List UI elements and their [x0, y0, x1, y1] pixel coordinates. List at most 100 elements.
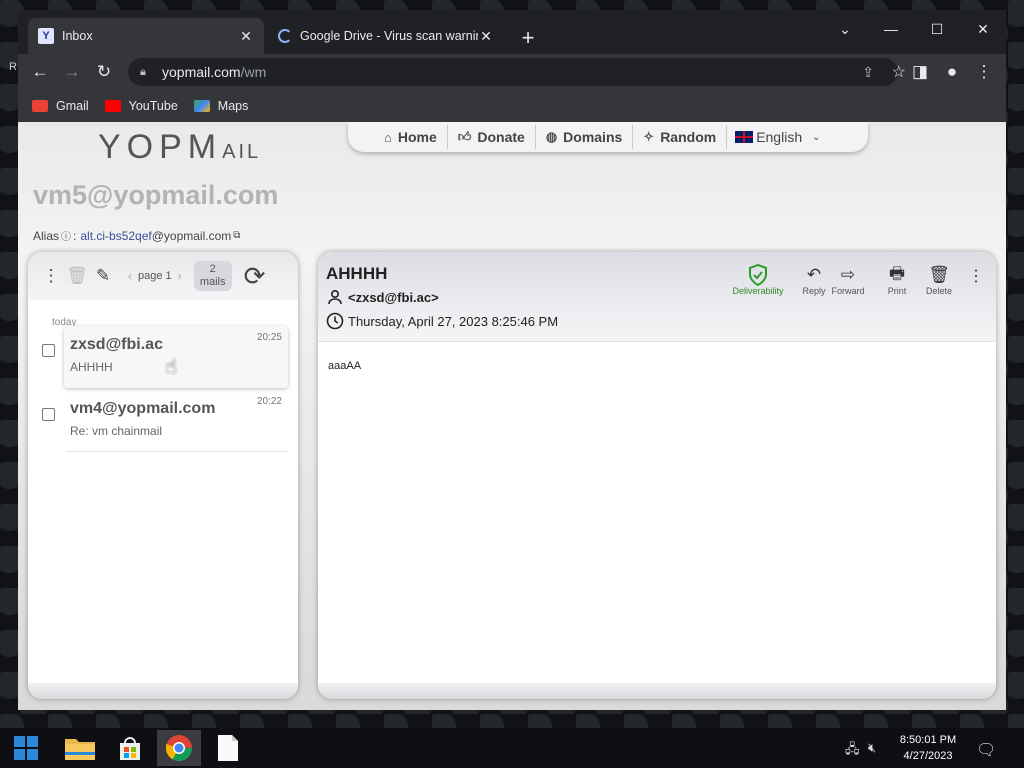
list-item[interactable]: vm4@yopmail.com Re: vm chainmail 20:22	[28, 390, 298, 452]
tab-inbox[interactable]: Y Inbox ✕	[28, 18, 264, 54]
message-date: Thursday, April 27, 2023 8:25:46 PM	[326, 312, 558, 330]
mail-list-toolbar: ⋮ 🗑︎ ✎ ‹ page 1 › 2 mails ⟳	[28, 252, 298, 300]
mail-subject: AHHHH	[70, 360, 113, 374]
store-icon[interactable]	[108, 730, 152, 766]
list-item[interactable]: zxsd@fbi.ac AHHHH 20:25	[28, 326, 298, 388]
chrome-icon[interactable]	[157, 730, 201, 766]
youtube-icon	[104, 100, 121, 112]
person-icon	[326, 288, 344, 306]
deliverability-button[interactable]: Deliverability	[728, 264, 788, 296]
network-icon[interactable]: 🖧︎	[845, 740, 860, 762]
message-panel: AHHHH <zxsd@fbi.ac> Thursday, April 27, …	[318, 252, 996, 699]
info-icon[interactable]: ⓘ	[61, 228, 71, 243]
panel-footer	[318, 683, 996, 699]
start-button[interactable]	[4, 730, 48, 766]
url-text: yopmail.com/wm	[162, 64, 267, 80]
close-icon[interactable]: ✕	[478, 28, 494, 45]
mail-sender: zxsd@fbi.ac	[70, 336, 163, 353]
tab-search-icon[interactable]: ⌄	[822, 14, 868, 44]
clock-icon	[326, 312, 344, 330]
address-bar[interactable]: 🔒︎ yopmail.com/wm ⇪ ☆	[128, 58, 906, 86]
bookmark-label: Maps	[217, 99, 249, 113]
mail-card[interactable]: vm4@yopmail.com Re: vm chainmail 20:22	[64, 390, 288, 452]
web-page: YOPMAIL ⌂ Home 👍︎ Donate ◍ Domains ✧ Random …	[18, 122, 1006, 710]
mail-checkbox[interactable]	[42, 344, 55, 357]
alias-line: Alias ⓘ: alt.ci-bs52qef @yopmail.com ⧉	[33, 228, 241, 244]
minimize-button[interactable]: —	[868, 14, 914, 44]
new-tab-button[interactable]: +	[518, 25, 538, 51]
profile-icon[interactable]: ●	[940, 60, 964, 84]
thumbs-up-icon: 👍︎	[457, 129, 472, 144]
bookmark-gmail[interactable]: Gmail	[32, 99, 89, 113]
side-panel-icon[interactable]: ◨	[908, 60, 932, 84]
reload-icon[interactable]: ↻	[92, 60, 116, 84]
language-select[interactable]: English ⌄	[727, 125, 828, 149]
bookmark-maps[interactable]: Maps	[193, 99, 249, 113]
uk-flag-icon	[735, 131, 754, 143]
browser-toolbar: ← → ↻ 🔒︎ yopmail.com/wm ⇪ ☆ ◨ ● ⋮	[18, 54, 1006, 90]
globe-icon: ◍	[545, 129, 558, 144]
mail-subject: Re: vm chainmail	[70, 424, 163, 438]
nav-donate[interactable]: 👍︎ Donate	[448, 125, 536, 149]
tab-google-drive[interactable]: Google Drive - Virus scan warnin ✕	[268, 18, 504, 54]
window-close-button[interactable]: ✕	[960, 14, 1006, 44]
alias-value[interactable]: alt.ci-bs52qef	[80, 229, 151, 243]
forward-button[interactable]: ⇨ Forward	[822, 264, 874, 296]
chevron-right-icon[interactable]: ›	[178, 269, 182, 283]
magic-wand-icon: ✧	[643, 129, 655, 144]
message-subject: AHHHH	[326, 264, 388, 283]
chevron-left-icon[interactable]: ‹	[128, 269, 132, 283]
clock-date: 4/27/2023	[903, 750, 953, 762]
tab-strip: Y Inbox ✕ Google Drive - Virus scan warn…	[18, 10, 1006, 54]
trash-icon[interactable]: 🗑︎	[64, 266, 90, 286]
loading-spinner-icon	[278, 29, 292, 43]
chevron-down-icon: ⌄	[812, 131, 821, 143]
nav-home[interactable]: ⌂ Home	[374, 125, 448, 149]
taskbar: 🖧︎ 🔇︎ 8:50:01 PM 4/27/2023 🗨︎	[0, 728, 1024, 768]
mail-time: 20:25	[256, 332, 282, 343]
compose-pencil-icon[interactable]: ✎	[90, 266, 116, 286]
document-icon[interactable]	[206, 730, 250, 766]
share-icon[interactable]: ⇪	[862, 64, 874, 81]
nav-random[interactable]: ✧ Random	[633, 125, 728, 149]
mail-checkbox[interactable]	[42, 408, 55, 421]
delete-button[interactable]: 🗑︎ Delete	[913, 264, 965, 296]
notifications-icon[interactable]: 🗨︎	[976, 740, 996, 760]
lock-icon: 🔒︎	[140, 65, 146, 78]
desktop-text: R	[9, 61, 17, 73]
gmail-icon	[32, 100, 48, 112]
copy-icon[interactable]: ⧉	[233, 230, 240, 241]
more-options-icon[interactable]: ⋮	[968, 266, 984, 286]
forward-icon[interactable]: →	[60, 60, 84, 84]
message-sender: <zxsd@fbi.ac>	[326, 288, 439, 306]
menu-icon[interactable]: ⋮	[972, 60, 996, 84]
message-body: aaaAA	[328, 360, 362, 372]
mail-time: 20:22	[256, 396, 282, 407]
forward-icon: ⇨	[840, 265, 856, 284]
refresh-icon[interactable]: ⟳	[244, 261, 266, 292]
bookmark-youtube[interactable]: YouTube	[104, 99, 178, 113]
back-icon[interactable]: ←	[28, 60, 52, 84]
bookmark-label: YouTube	[128, 99, 178, 113]
mail-list-panel: ⋮ 🗑︎ ✎ ‹ page 1 › 2 mails ⟳ today zxsd@fb…	[28, 252, 298, 699]
yopmail-logo[interactable]: YOPMAIL	[98, 128, 261, 167]
mouse-cursor-icon: ☝︎	[165, 356, 178, 378]
panel-footer	[28, 683, 298, 699]
mail-count-badge: 2 mails	[193, 261, 232, 291]
tab-title: Inbox	[62, 29, 93, 43]
yopmail-favicon-icon: Y	[38, 28, 54, 44]
maps-icon	[193, 100, 210, 112]
nav-domains[interactable]: ◍ Domains	[536, 125, 634, 149]
bookmark-star-icon[interactable]: ☆	[892, 62, 906, 82]
windows-logo-icon	[14, 736, 38, 760]
close-icon[interactable]: ✕	[238, 28, 254, 45]
home-icon: ⌂	[384, 129, 392, 145]
volume-muted-icon[interactable]: 🔇︎	[868, 740, 876, 756]
more-options-icon[interactable]: ⋮	[38, 266, 64, 286]
shield-check-icon	[728, 264, 788, 286]
clock[interactable]: 8:50:01 PM 4/27/2023	[890, 732, 966, 764]
pager: ‹ page 1 ›	[128, 269, 182, 283]
message-header: AHHHH <zxsd@fbi.ac> Thursday, April 27, …	[318, 252, 996, 342]
file-explorer-icon[interactable]	[58, 730, 102, 766]
maximize-button[interactable]: ☐	[914, 14, 960, 44]
